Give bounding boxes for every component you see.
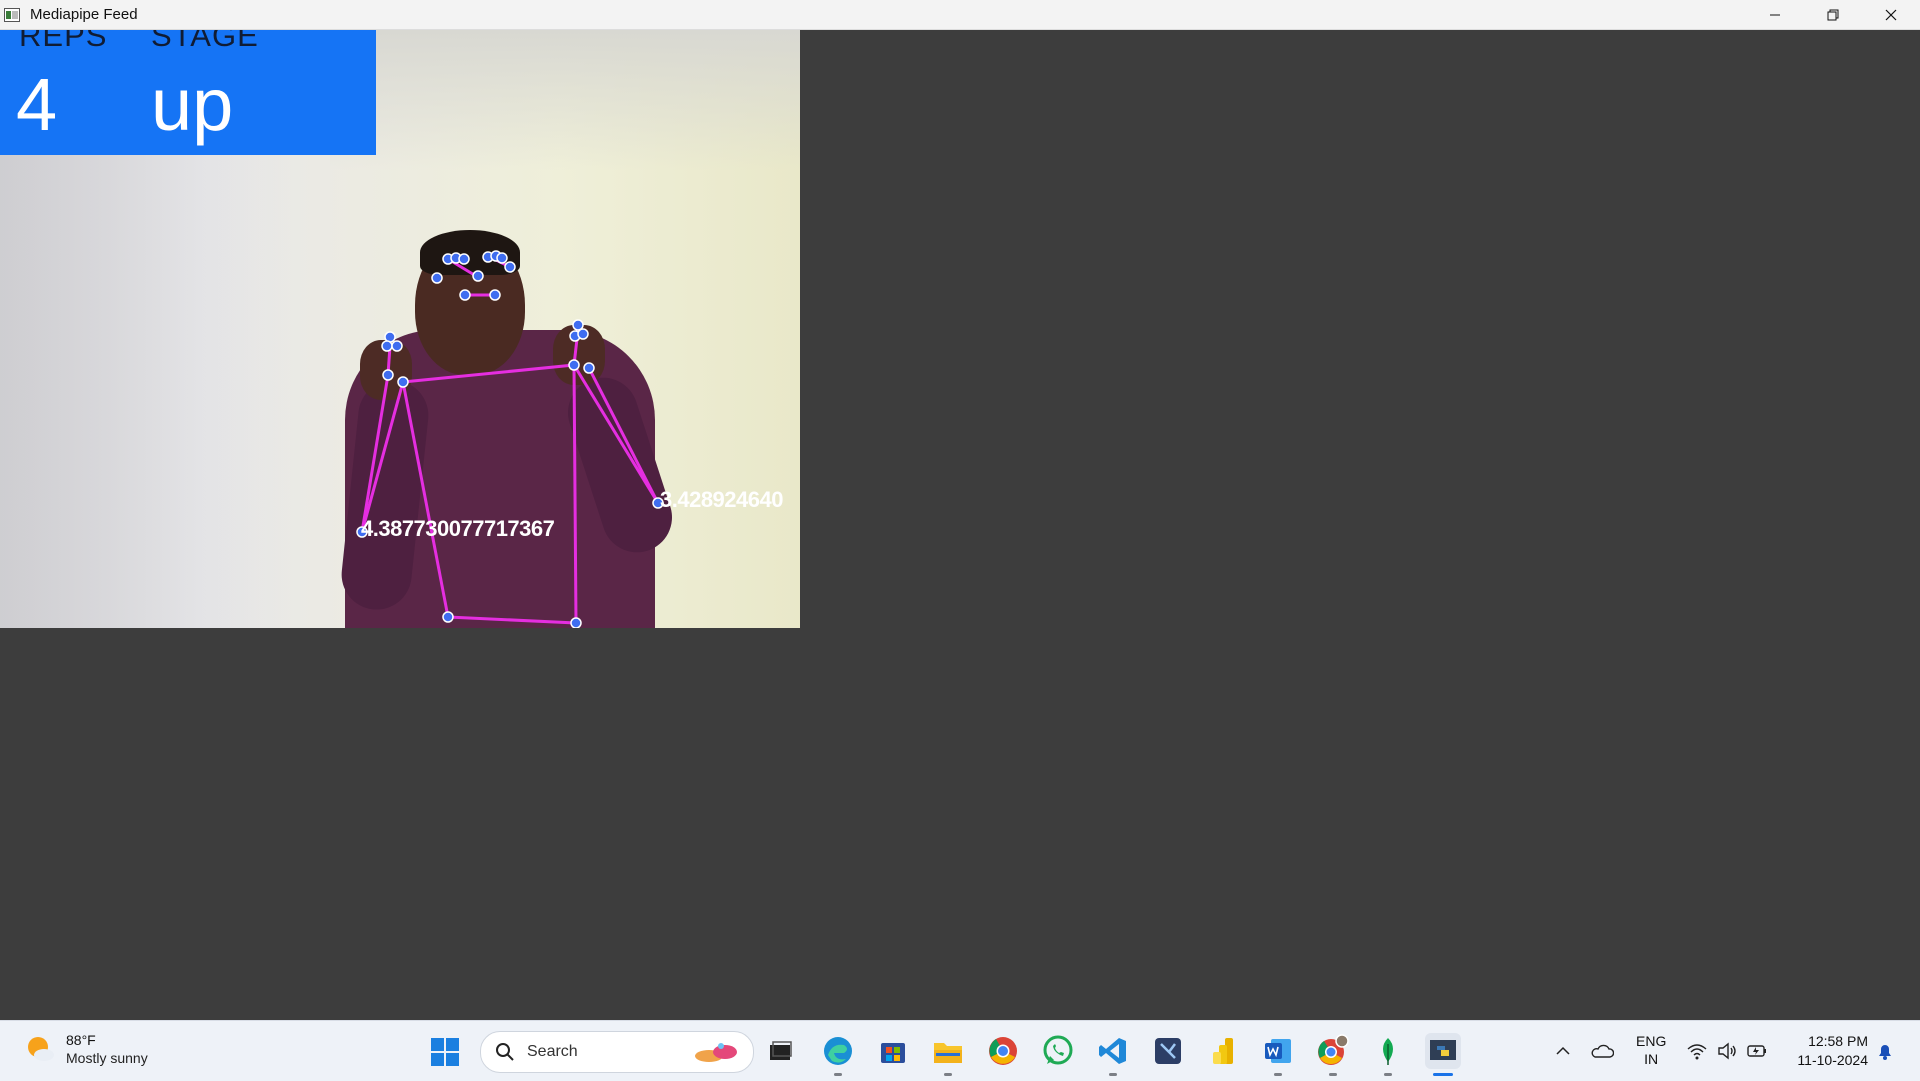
clock-date: 11-10-2024 xyxy=(1797,1052,1868,1068)
powerbi-icon xyxy=(1213,1038,1233,1064)
battery-icon[interactable] xyxy=(1746,1041,1768,1061)
window-titlebar[interactable]: Mediapipe Feed xyxy=(0,0,1920,30)
taskbar-power-bi[interactable] xyxy=(1205,1033,1241,1069)
taskbar-mongodb-compass[interactable] xyxy=(1370,1033,1406,1076)
search-placeholder: Search xyxy=(527,1043,578,1060)
taskbar: 88°F Mostly sunny Search ENG IN 12:58 PM… xyxy=(0,1020,1920,1081)
taskbar-store[interactable] xyxy=(875,1033,911,1069)
language-indicator[interactable]: ENG IN xyxy=(1636,1032,1666,1068)
reps-value: 4 xyxy=(16,63,58,146)
app-window-icon xyxy=(4,7,20,22)
pose-landmark xyxy=(568,359,580,371)
clock-time: 12:58 PM xyxy=(1808,1033,1868,1049)
pose-connection xyxy=(447,615,577,625)
pose-connection xyxy=(401,381,450,618)
taskbar-edge[interactable] xyxy=(820,1033,856,1076)
pose-landmark xyxy=(489,289,501,301)
vscode-icon xyxy=(1099,1038,1126,1064)
taskbar-file-explorer[interactable] xyxy=(930,1033,966,1076)
pose-connection xyxy=(402,363,575,384)
rep-counter-panel: REPS STAGE 4 up xyxy=(0,30,376,155)
wifi-icon[interactable] xyxy=(1686,1041,1708,1061)
taskbar-snipping-tool[interactable] xyxy=(1150,1033,1186,1069)
notification-bell-icon[interactable] xyxy=(1874,1041,1896,1061)
search-icon xyxy=(496,1043,514,1061)
pose-landmark xyxy=(496,252,508,264)
window-client-area: 4.387730077717367 3.428924640 REPS STAGE… xyxy=(0,30,1920,1020)
pose-connection xyxy=(572,364,660,504)
reps-label: REPS xyxy=(19,30,108,53)
taskbar-clock[interactable]: 12:58 PM 11-10-2024 xyxy=(1784,1032,1868,1070)
whatsapp-icon xyxy=(1043,1035,1073,1065)
taskbar-search-box[interactable]: Search xyxy=(480,1031,754,1073)
pose-landmark xyxy=(458,253,470,265)
minimize-button[interactable] xyxy=(1746,0,1804,29)
taskbar-word[interactable] xyxy=(1260,1033,1296,1076)
python-icon xyxy=(1430,1040,1456,1060)
taskbar-chrome[interactable] xyxy=(985,1033,1021,1069)
pose-landmark xyxy=(583,362,595,374)
sun-cloud-icon xyxy=(28,1037,54,1061)
stage-value: up xyxy=(151,63,234,146)
right-elbow-angle-label: 3.428924640 xyxy=(660,487,783,512)
task-view-icon xyxy=(770,1041,792,1060)
pose-landmark xyxy=(577,328,589,340)
pose-landmark xyxy=(431,272,443,284)
edge-icon xyxy=(824,1037,852,1065)
volume-icon[interactable] xyxy=(1716,1041,1738,1061)
restore-button[interactable] xyxy=(1804,0,1862,29)
pose-landmark xyxy=(570,617,582,628)
pose-connection xyxy=(572,364,578,624)
taskbar-task-view[interactable] xyxy=(763,1033,799,1069)
pose-landmark xyxy=(381,340,393,352)
onedrive-icon[interactable] xyxy=(1590,1041,1614,1061)
weather-temperature: 88°F xyxy=(66,1032,96,1048)
weather-widget[interactable]: 88°F Mostly sunny xyxy=(24,1031,148,1067)
pose-landmark xyxy=(459,289,471,301)
store-icon xyxy=(881,1043,905,1063)
taskbar-vscode[interactable] xyxy=(1095,1033,1131,1076)
minimize-icon xyxy=(1770,14,1780,15)
close-icon xyxy=(1885,9,1897,20)
window-title: Mediapipe Feed xyxy=(30,6,138,23)
stage-label: STAGE xyxy=(151,30,259,53)
pose-landmark xyxy=(442,611,454,623)
snip-icon xyxy=(1155,1038,1181,1064)
language-code: ENG xyxy=(1636,1033,1667,1049)
language-region: IN xyxy=(1644,1051,1659,1067)
chrome-profile-icon xyxy=(1318,1034,1349,1065)
search-highlight-icon xyxy=(695,1043,737,1062)
pose-landmark xyxy=(472,270,484,282)
camera-feed: 4.387730077717367 3.428924640 REPS STAGE… xyxy=(0,30,800,628)
leaf-icon xyxy=(1383,1038,1393,1065)
pose-landmark xyxy=(382,369,394,381)
pose-landmark xyxy=(397,376,409,388)
start-button[interactable] xyxy=(430,1037,460,1067)
left-elbow-angle-label: 4.387730077717367 xyxy=(361,516,555,541)
chrome-icon xyxy=(989,1037,1017,1065)
taskbar-python[interactable] xyxy=(1425,1033,1461,1076)
pose-landmark xyxy=(504,261,516,273)
pose-connection xyxy=(587,367,660,504)
taskbar-chrome-profile[interactable] xyxy=(1315,1033,1351,1076)
pose-landmark xyxy=(391,340,403,352)
weather-condition: Mostly sunny xyxy=(66,1050,148,1066)
chevron-up-icon[interactable] xyxy=(1552,1041,1574,1061)
restore-icon xyxy=(1827,9,1839,20)
taskbar-whatsapp[interactable] xyxy=(1040,1033,1076,1069)
word-icon xyxy=(1265,1039,1291,1063)
close-button[interactable] xyxy=(1862,0,1920,29)
folder-icon xyxy=(934,1043,962,1063)
